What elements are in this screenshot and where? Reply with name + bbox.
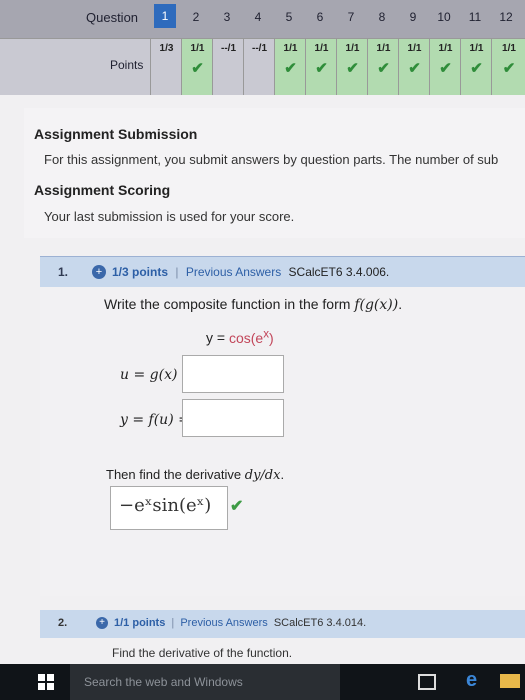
- derivative-prompt-end: .: [280, 467, 285, 482]
- question-table: Question 1 2 3 4 5 6 7 8 9 10 11 12 Poin…: [0, 0, 525, 95]
- points-value: 1/3: [159, 43, 174, 54]
- derivative-prompt: Then find the derivative dy/dx.: [106, 467, 284, 483]
- points-cell-5: 1/1 ✔: [274, 39, 306, 95]
- points-cell-6: 1/1 ✔: [305, 39, 337, 95]
- points-cell-7: 1/1 ✔: [336, 39, 368, 95]
- points-value: 1/1: [314, 43, 329, 54]
- submission-heading: Assignment Submission: [34, 126, 198, 142]
- question-points: 1/1 points: [114, 617, 166, 629]
- outer-function-label: y = f(u) =: [120, 412, 190, 428]
- question-code: SCalcET6 3.4.014.: [273, 617, 367, 629]
- points-value: 1/1: [469, 43, 484, 54]
- edge-browser-icon[interactable]: e: [466, 669, 477, 692]
- file-explorer-icon[interactable]: [500, 674, 520, 688]
- points-value: 1/1: [345, 43, 360, 54]
- plus-icon[interactable]: +: [96, 617, 108, 629]
- question-link-7[interactable]: 7: [340, 10, 362, 24]
- question-link-12[interactable]: 12: [495, 10, 517, 24]
- question-link-1[interactable]: 1: [154, 4, 176, 28]
- prompt-end: .: [398, 296, 403, 312]
- separator: |: [175, 265, 179, 279]
- points-cell-4: --/1: [243, 39, 275, 95]
- check-icon: ✔: [284, 60, 297, 77]
- points-label: Points: [110, 58, 144, 72]
- previous-answers-link[interactable]: Previous Answers: [186, 265, 281, 279]
- points-value: 1/1: [438, 43, 453, 54]
- given-function-cos: cos(e: [228, 329, 264, 346]
- scoring-heading: Assignment Scoring: [34, 182, 171, 198]
- points-value: 1/1: [283, 43, 298, 54]
- given-function-close: ): [269, 329, 274, 346]
- derivative-notation: dy/dx: [244, 468, 281, 483]
- question-1-prompt: Write the composite function in the form…: [104, 296, 402, 313]
- check-icon: ✔: [408, 60, 421, 77]
- check-icon: ✔: [315, 60, 328, 77]
- question-code: SCalcET6 3.4.006.: [288, 265, 390, 279]
- correct-check-icon: ✔: [230, 498, 244, 515]
- points-cell-9: 1/1 ✔: [398, 39, 430, 95]
- points-cell-3: --/1: [212, 39, 244, 95]
- given-function: y = cos(ex): [206, 327, 274, 346]
- task-view-icon[interactable]: [418, 674, 436, 690]
- points-value: --/1: [221, 43, 236, 54]
- check-icon: ✔: [346, 60, 359, 77]
- points-value: 1/1: [190, 43, 205, 54]
- question-link-9[interactable]: 9: [402, 10, 424, 24]
- points-cell-11: 1/1 ✔: [460, 39, 492, 95]
- previous-answers-link[interactable]: Previous Answers: [180, 617, 267, 629]
- points-row: Points 1/3 1/1 ✔ --/1 --/1 1/1 ✔ 1/1 ✔ 1/1 ✔…: [0, 38, 525, 95]
- question-1-panel: 1. + 1/3 points | Previous Answers SCalc…: [40, 256, 525, 596]
- question-number: 1.: [58, 265, 69, 279]
- given-function-rhs: cos(ex): [228, 327, 274, 346]
- given-function-lhs: y =: [206, 329, 229, 346]
- points-value: 1/1: [407, 43, 422, 54]
- points-cell-2: 1/1 ✔: [181, 39, 213, 95]
- submission-text: For this assignment, you submit answers …: [44, 152, 499, 167]
- taskbar-search[interactable]: Search the web and Windows: [70, 664, 340, 700]
- question-link-10[interactable]: 10: [433, 10, 455, 24]
- check-icon: ✔: [191, 60, 204, 77]
- points-cell-10: 1/1 ✔: [429, 39, 461, 95]
- prompt-lead: Write the composite function in the form: [104, 296, 355, 312]
- question-meta: 1/1 points | Previous Answers SCalcET6 3…: [114, 617, 366, 629]
- prompt-math: f(g(x)): [354, 297, 399, 313]
- question-2-prompt: Find the derivative of the function.: [112, 646, 293, 660]
- question-link-5[interactable]: 5: [278, 10, 300, 24]
- question-meta: 1/3 points | Previous Answers SCalcET6 3…: [112, 265, 389, 279]
- derivative-answer-box[interactable]: −eˣsin(eˣ): [110, 486, 228, 530]
- question-row: Question 1 2 3 4 5 6 7 8 9 10 11 12: [0, 0, 525, 38]
- question-link-11[interactable]: 11: [464, 10, 486, 24]
- question-link-3[interactable]: 3: [216, 10, 238, 24]
- windows-start-icon[interactable]: [38, 674, 54, 690]
- question-points: 1/3 points: [112, 265, 169, 279]
- question-label: Question: [86, 10, 139, 25]
- points-cell-12: 1/1 ✔: [491, 39, 525, 95]
- outer-function-input[interactable]: [182, 399, 284, 437]
- derivative-prompt-lead: Then find the derivative: [106, 467, 245, 482]
- check-icon: ✔: [470, 60, 483, 77]
- search-placeholder: Search the web and Windows: [84, 675, 243, 689]
- question-2-header: 2. + 1/1 points | Previous Answers SCalc…: [40, 610, 525, 638]
- question-link-6[interactable]: 6: [309, 10, 331, 24]
- points-value: 1/1: [502, 43, 516, 54]
- question-1-header: 1. + 1/3 points | Previous Answers SCalc…: [40, 256, 525, 287]
- plus-icon[interactable]: +: [92, 265, 106, 279]
- derivative-answer: −eˣsin(eˣ): [119, 495, 212, 516]
- points-value: --/1: [252, 43, 267, 54]
- check-icon: ✔: [502, 60, 516, 77]
- scoring-text: Your last submission is used for your sc…: [44, 209, 295, 224]
- windows-taskbar: Search the web and Windows e: [0, 664, 525, 700]
- question-number: 2.: [58, 617, 68, 629]
- question-link-8[interactable]: 8: [371, 10, 393, 24]
- separator: |: [171, 617, 175, 629]
- points-cell-8: 1/1 ✔: [367, 39, 399, 95]
- inner-function-input[interactable]: [182, 355, 284, 393]
- points-cell-1: 1/3: [150, 39, 182, 95]
- check-icon: ✔: [377, 60, 390, 77]
- question-link-4[interactable]: 4: [247, 10, 269, 24]
- assignment-info: Assignment Submission For this assignmen…: [24, 108, 525, 238]
- points-value: 1/1: [376, 43, 391, 54]
- check-icon: ✔: [439, 60, 452, 77]
- question-link-2[interactable]: 2: [185, 10, 207, 24]
